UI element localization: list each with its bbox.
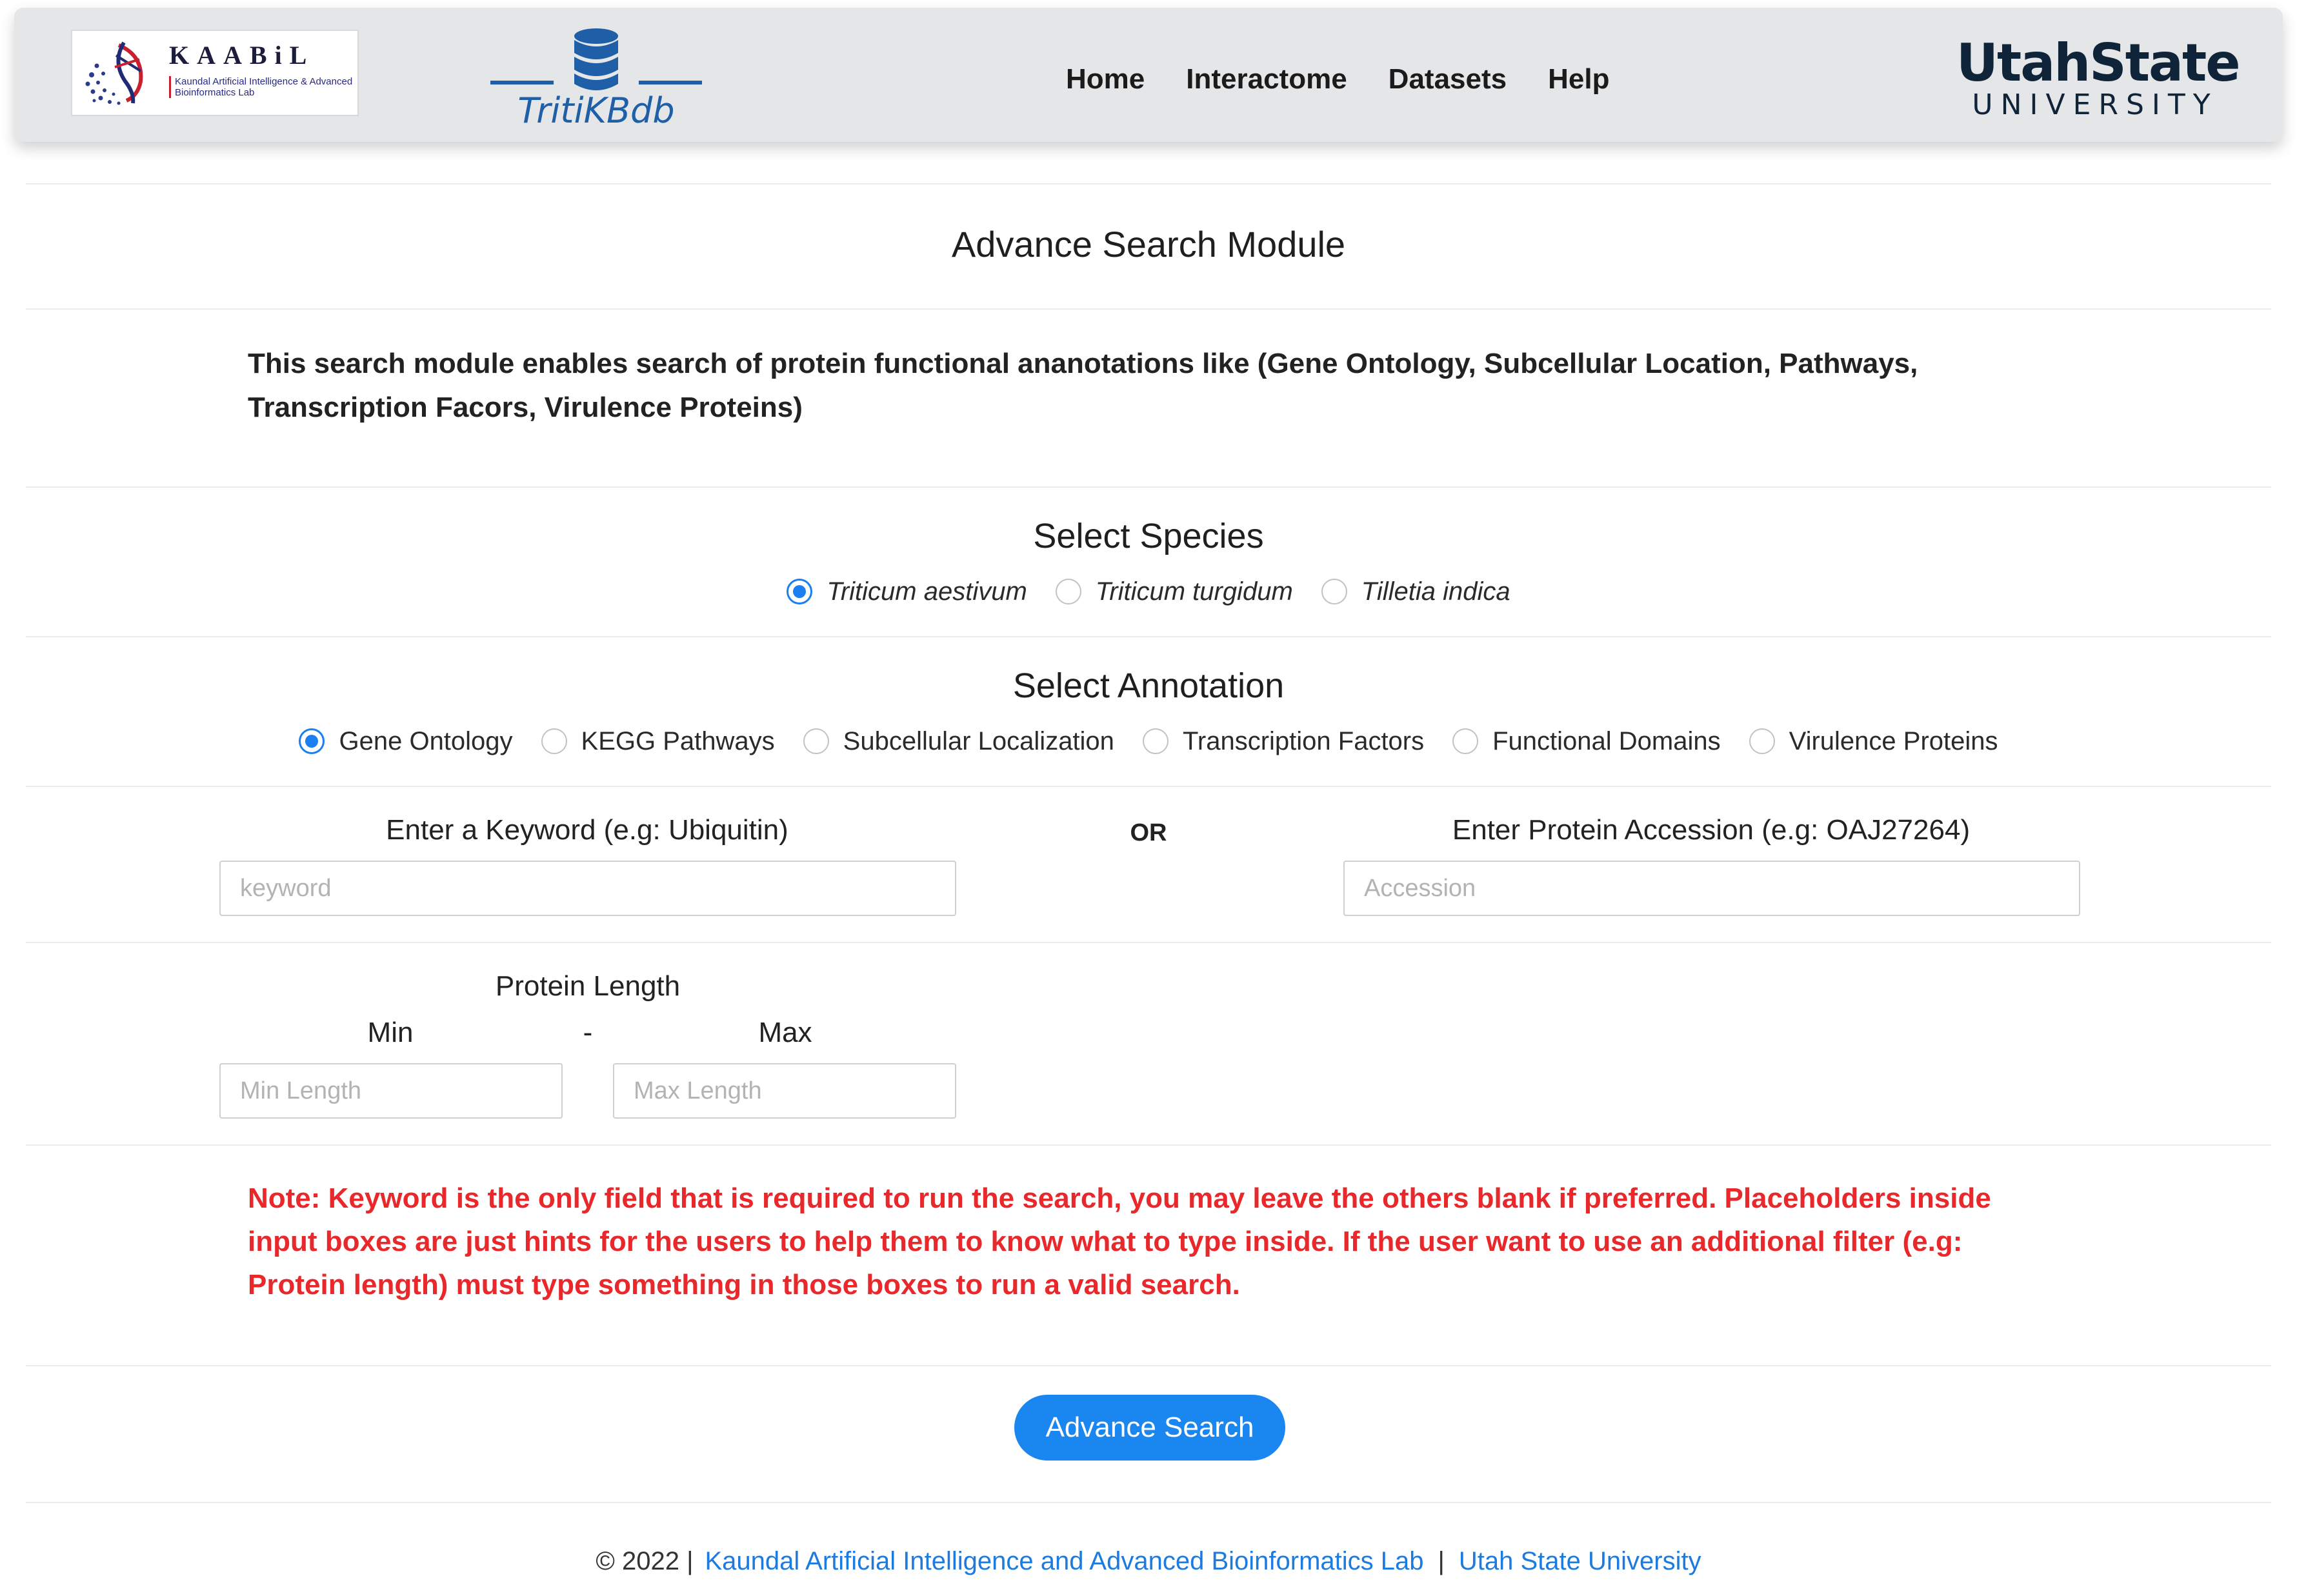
divider — [26, 636, 2271, 637]
divider — [26, 486, 2271, 488]
kaabil-title: KAABiL — [169, 41, 315, 70]
accession-label: Enter Protein Accession (e.g: OAJ27264) — [1452, 814, 1971, 846]
divider — [26, 1144, 2271, 1146]
annotation-option-virulence-proteins[interactable]: Virulence Proteins — [1749, 727, 1998, 756]
min-length-label: Min — [367, 1017, 414, 1048]
accession-input[interactable] — [1343, 861, 2080, 916]
nav-datasets-link[interactable]: Datasets — [1389, 63, 1507, 102]
utah-state-logo-top: UtahState — [1956, 33, 2240, 93]
species-radio-group: Triticum aestivum Triticum turgidum Till… — [0, 575, 2297, 608]
species-option-label: Tilletia indica — [1361, 577, 1510, 606]
or-separator: OR — [1130, 819, 1167, 846]
annotation-option-subcellular-localization[interactable]: Subcellular Localization — [803, 727, 1114, 756]
advance-search-button[interactable]: Advance Search — [1014, 1395, 1285, 1461]
top-navbar: KAABiL Kaundal Artificial Intelligence &… — [14, 8, 2283, 142]
radio-button[interactable] — [803, 728, 829, 754]
species-option-triticum-turgidum[interactable]: Triticum turgidum — [1055, 577, 1293, 606]
annotation-option-label: Subcellular Localization — [843, 726, 1114, 755]
keyword-label: Enter a Keyword (e.g: Ubiquitin) — [386, 814, 788, 846]
divider — [26, 183, 2271, 185]
divider — [26, 1502, 2271, 1503]
radio-button[interactable] — [1749, 728, 1775, 754]
radio-button[interactable] — [1321, 579, 1347, 604]
radio-button[interactable] — [1055, 579, 1081, 604]
annotation-option-gene-ontology[interactable]: Gene Ontology — [299, 726, 513, 756]
footer-copyright: © 2022 | — [596, 1547, 694, 1575]
species-section-title: Select Species — [1033, 517, 1264, 555]
tritikbdb-logo[interactable]: TritiKBdb — [486, 25, 706, 134]
species-option-label: Triticum aestivum — [827, 577, 1027, 606]
annotation-option-label: KEGG Pathways — [581, 726, 775, 755]
kaabil-subtitle: Kaundal Artificial Intelligence & Advanc… — [169, 76, 356, 98]
annotation-option-transcription-factors[interactable]: Transcription Factors — [1142, 726, 1425, 756]
tritikbdb-label: TritiKBdb — [517, 90, 675, 131]
protein-length-title: Protein Length — [495, 970, 681, 1002]
species-option-tilletia-indica[interactable]: Tilletia indica — [1321, 577, 1510, 606]
species-option-label: Triticum turgidum — [1095, 577, 1293, 606]
utah-state-logo[interactable]: UtahState UNIVERSITY — [1956, 33, 2240, 121]
main-nav: Home Interactome Datasets Help — [1066, 63, 1650, 102]
radio-button[interactable] — [787, 579, 813, 604]
max-length-input[interactable] — [613, 1063, 956, 1119]
annotation-option-label: Functional Domains — [1492, 726, 1721, 755]
length-range-dash: - — [583, 1017, 593, 1048]
search-note: Note: Keyword is the only field that is … — [248, 1182, 1991, 1301]
species-option-triticum-aestivum[interactable]: Triticum aestivum — [787, 577, 1027, 606]
annotation-option-label: Virulence Proteins — [1789, 726, 1998, 755]
annotation-section-title: Select Annotation — [1012, 666, 1285, 705]
annotation-option-label: Transcription Factors — [1182, 726, 1425, 755]
kaabil-logo[interactable]: KAABiL Kaundal Artificial Intelligence &… — [71, 30, 359, 116]
annotation-option-functional-domains[interactable]: Functional Domains — [1452, 727, 1721, 756]
database-icon — [490, 28, 702, 90]
radio-button[interactable] — [1452, 728, 1479, 754]
nav-home-link[interactable]: Home — [1066, 63, 1145, 102]
divider — [26, 308, 2271, 310]
page-title: Advance Search Module — [951, 224, 1346, 264]
footer-separator: | — [1438, 1547, 1445, 1575]
nav-interactome-link[interactable]: Interactome — [1186, 63, 1347, 102]
footer-lab-link[interactable]: Kaundal Artificial Intelligence and Adva… — [705, 1547, 1423, 1576]
footer: © 2022 | Kaundal Artificial Intelligence… — [0, 1547, 2297, 1576]
radio-button[interactable] — [541, 728, 567, 754]
divider — [26, 786, 2271, 787]
utah-state-logo-bottom: UNIVERSITY — [1972, 88, 2218, 121]
nav-help-link[interactable]: Help — [1548, 63, 1609, 102]
radio-button[interactable] — [299, 728, 325, 754]
kaabil-emblem-icon — [85, 41, 143, 105]
max-length-label: Max — [758, 1017, 812, 1048]
divider — [26, 1365, 2271, 1366]
divider — [26, 942, 2271, 943]
radio-button[interactable] — [1142, 728, 1169, 754]
annotation-option-label: Gene Ontology — [339, 726, 513, 755]
annotation-radio-group: Gene Ontology KEGG Pathways Subcellular … — [0, 725, 2297, 757]
footer-university-link[interactable]: Utah State University — [1459, 1547, 1701, 1576]
min-length-input[interactable] — [219, 1063, 563, 1119]
keyword-input[interactable] — [219, 861, 956, 916]
intro-text: This search module enables search of pro… — [248, 348, 1918, 423]
annotation-option-kegg-pathways[interactable]: KEGG Pathways — [541, 727, 775, 756]
